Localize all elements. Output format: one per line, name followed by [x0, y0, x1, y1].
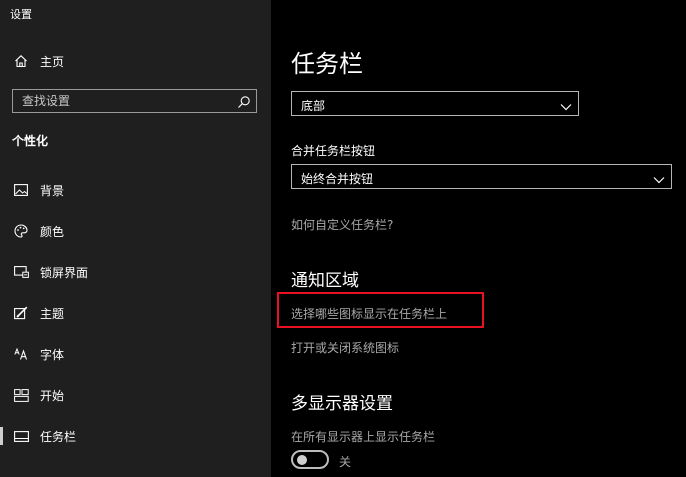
taskbar-position-dropdown[interactable]: 底部: [291, 91, 579, 116]
toggle-knob: [297, 455, 307, 465]
toggle-state-label: 关: [339, 455, 352, 469]
sidebar: 设置 主页 个性化 背景 颜色 锁屏界面 主题: [0, 0, 271, 477]
picture-icon: [13, 182, 29, 198]
palette-icon: [13, 223, 29, 239]
system-icons-link[interactable]: 打开或关闭系统图标: [291, 339, 399, 356]
sidebar-item-lock-screen[interactable]: 锁屏界面: [0, 254, 271, 290]
sidebar-item-label: 字体: [40, 347, 65, 362]
sidebar-item-label: 颜色: [40, 224, 65, 239]
start-icon: [13, 387, 29, 403]
combine-buttons-dropdown[interactable]: 始终合并按钮: [291, 164, 672, 189]
theme-brush-icon: [13, 305, 29, 321]
multi-display-header: 多显示器设置: [291, 394, 393, 414]
sidebar-item-label: 主题: [40, 306, 65, 321]
search-input[interactable]: [13, 90, 233, 112]
sidebar-item-taskbar[interactable]: 任务栏: [0, 418, 271, 454]
search-icon[interactable]: [237, 94, 251, 108]
show-taskbar-all-displays-label: 在所有显示器上显示任务栏: [291, 430, 436, 444]
combine-buttons-label: 合并任务栏按钮: [291, 144, 376, 158]
chevron-down-icon: [560, 98, 572, 111]
select-taskbar-icons-link[interactable]: 选择哪些图标显示在任务栏上: [291, 305, 447, 322]
sidebar-item-label: 背景: [40, 183, 65, 198]
sidebar-item-colors[interactable]: 颜色: [0, 213, 271, 249]
lock-screen-icon: [13, 264, 29, 280]
taskbar-icon: [13, 428, 29, 444]
sidebar-item-home[interactable]: 主页: [0, 43, 271, 79]
chevron-down-icon: [653, 171, 665, 184]
sidebar-item-background[interactable]: 背景: [0, 172, 271, 208]
sidebar-item-label: 主页: [40, 54, 65, 69]
sidebar-item-label: 锁屏界面: [40, 265, 89, 280]
customize-taskbar-link[interactable]: 如何自定义任务栏?: [291, 216, 393, 233]
sidebar-item-label: 任务栏: [40, 429, 77, 444]
sidebar-item-themes[interactable]: 主题: [0, 295, 271, 331]
home-icon: [13, 53, 29, 69]
notification-area-header: 通知区域: [291, 271, 359, 291]
sidebar-item-fonts[interactable]: 字体: [0, 336, 271, 372]
sidebar-item-start[interactable]: 开始: [0, 377, 271, 413]
section-label: 个性化: [12, 134, 49, 148]
main-panel: 任务栏 底部 合并任务栏按钮 始终合并按钮 如何自定义任务栏? 通知区域 选择哪…: [271, 0, 686, 477]
page-title: 任务栏: [291, 50, 363, 78]
font-icon: [13, 346, 29, 362]
sidebar-item-label: 开始: [40, 388, 65, 403]
show-taskbar-all-displays-toggle[interactable]: [291, 450, 329, 469]
dropdown-value: 底部: [301, 99, 326, 113]
window-title: 设置: [10, 8, 32, 21]
dropdown-value: 始终合并按钮: [301, 172, 374, 186]
search-box[interactable]: [12, 89, 257, 113]
